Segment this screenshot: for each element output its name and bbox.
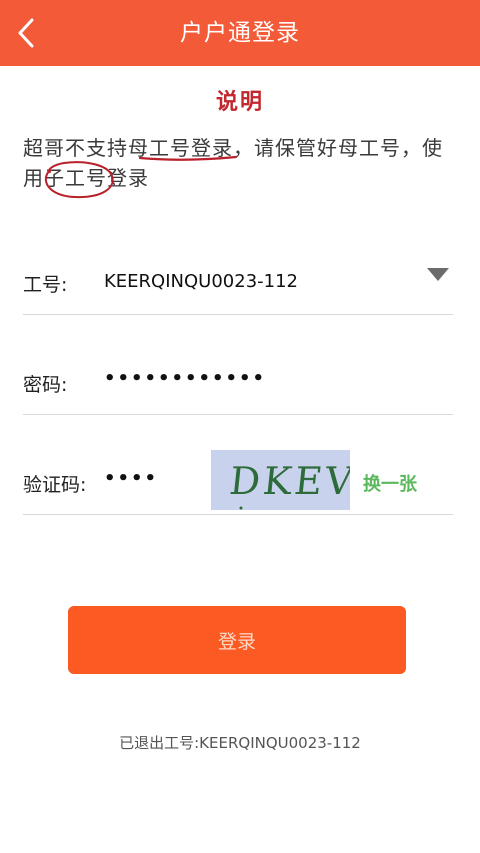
- password-field[interactable]: 密码: ••••••••••••: [23, 348, 453, 415]
- page-title: 户户通登录: [180, 20, 300, 46]
- account-label: 工号:: [23, 274, 68, 296]
- login-page: 户户通登录 说明 超哥不支持母工号登录，请保管好母工号，使用子工号登录 工号: …: [0, 0, 480, 853]
- notice-segment-underlined: 母工号登录: [128, 136, 233, 160]
- notice-text: 超哥不支持母工号登录，请保管好母工号，使用子工号登录: [23, 133, 463, 193]
- notice-heading: 说明: [215, 90, 264, 115]
- captcha-noise: DKEV: [211, 450, 350, 510]
- password-label: 密码:: [23, 374, 68, 396]
- logout-status-text: 已退出工号:KEERQINQU0023-112: [119, 734, 361, 752]
- captcha-label: 验证码:: [23, 474, 87, 496]
- caret-down-icon[interactable]: [427, 268, 449, 282]
- notice-segment: 登录: [107, 166, 149, 190]
- refresh-captcha-link[interactable]: 换一张: [363, 470, 417, 496]
- notice-segment: 超哥不支持: [23, 136, 128, 160]
- captcha-image[interactable]: DKEV: [211, 450, 350, 510]
- notice-segment-circled: 子工号: [44, 166, 107, 190]
- login-button[interactable]: 登录: [68, 606, 406, 674]
- captcha-input[interactable]: ••••: [104, 468, 158, 489]
- header-bar: 户户通登录: [0, 0, 480, 66]
- account-field[interactable]: 工号: KEERQINQU0023-112: [23, 248, 453, 315]
- captcha-image-text: DKEV: [227, 459, 350, 503]
- captcha-field[interactable]: 验证码: •••• DKEV 换一张: [23, 450, 453, 515]
- account-value: KEERQINQU0023-112: [104, 271, 299, 292]
- password-input[interactable]: ••••••••••••: [104, 368, 266, 389]
